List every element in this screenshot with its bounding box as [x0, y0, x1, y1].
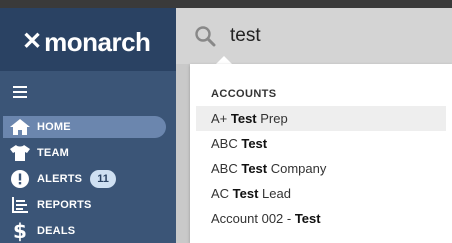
- hamburger-menu-icon[interactable]: [13, 86, 27, 98]
- section-header-accounts: ACCOUNTS: [211, 88, 277, 100]
- match-highlight: Test: [241, 161, 268, 176]
- sidebar-item-label: REPORTS: [37, 199, 92, 211]
- sidebar-item-home[interactable]: HOME: [3, 116, 166, 138]
- sidebar-item-reports[interactable]: REPORTS: [3, 194, 166, 216]
- top-strip: [0, 0, 452, 8]
- match-highlight: Test: [294, 211, 321, 226]
- match-highlight: Test: [241, 136, 268, 151]
- search-input[interactable]: [230, 22, 430, 50]
- sidebar-item-label: TEAM: [37, 147, 69, 159]
- reports-icon: [3, 194, 37, 216]
- dollar-icon: $: [13, 219, 27, 243]
- sidebar-item-alerts[interactable]: ALERTS 11: [3, 168, 166, 190]
- result-item[interactable]: AC Test Lead: [196, 181, 446, 206]
- sidebar: ✕ monarch HOME TEAM ALERTS 11 REPORTS $: [0, 8, 176, 243]
- alerts-count-badge: 11: [90, 170, 116, 188]
- search-results-dropdown: ACCOUNTS A+ Test Prep ABC Test ABC Test …: [190, 64, 452, 243]
- sidebar-item-label: DEALS: [37, 225, 76, 237]
- sidebar-item-label: HOME: [37, 121, 71, 133]
- search-icon[interactable]: [194, 25, 216, 52]
- result-item[interactable]: Account 002 - Test: [196, 206, 446, 231]
- monarch-logo[interactable]: ✕ monarch: [22, 27, 151, 57]
- sidebar-item-label: ALERTS: [37, 173, 83, 185]
- result-item[interactable]: ABC Test: [196, 131, 446, 156]
- home-icon: [3, 116, 37, 138]
- match-highlight: Test: [232, 186, 259, 201]
- result-item[interactable]: ABC Test Company: [196, 156, 446, 181]
- logo-area: ✕ monarch: [0, 8, 176, 71]
- sidebar-item-team[interactable]: TEAM: [3, 142, 166, 164]
- result-item[interactable]: A+ Test Prep: [196, 106, 446, 131]
- shirt-icon: [3, 142, 37, 164]
- alert-icon: [3, 168, 37, 190]
- sidebar-item-deals[interactable]: $ DEALS: [3, 219, 166, 243]
- logo-x-icon: ✕: [22, 28, 43, 55]
- match-highlight: Test: [230, 111, 257, 126]
- logo-text: monarch: [44, 27, 151, 57]
